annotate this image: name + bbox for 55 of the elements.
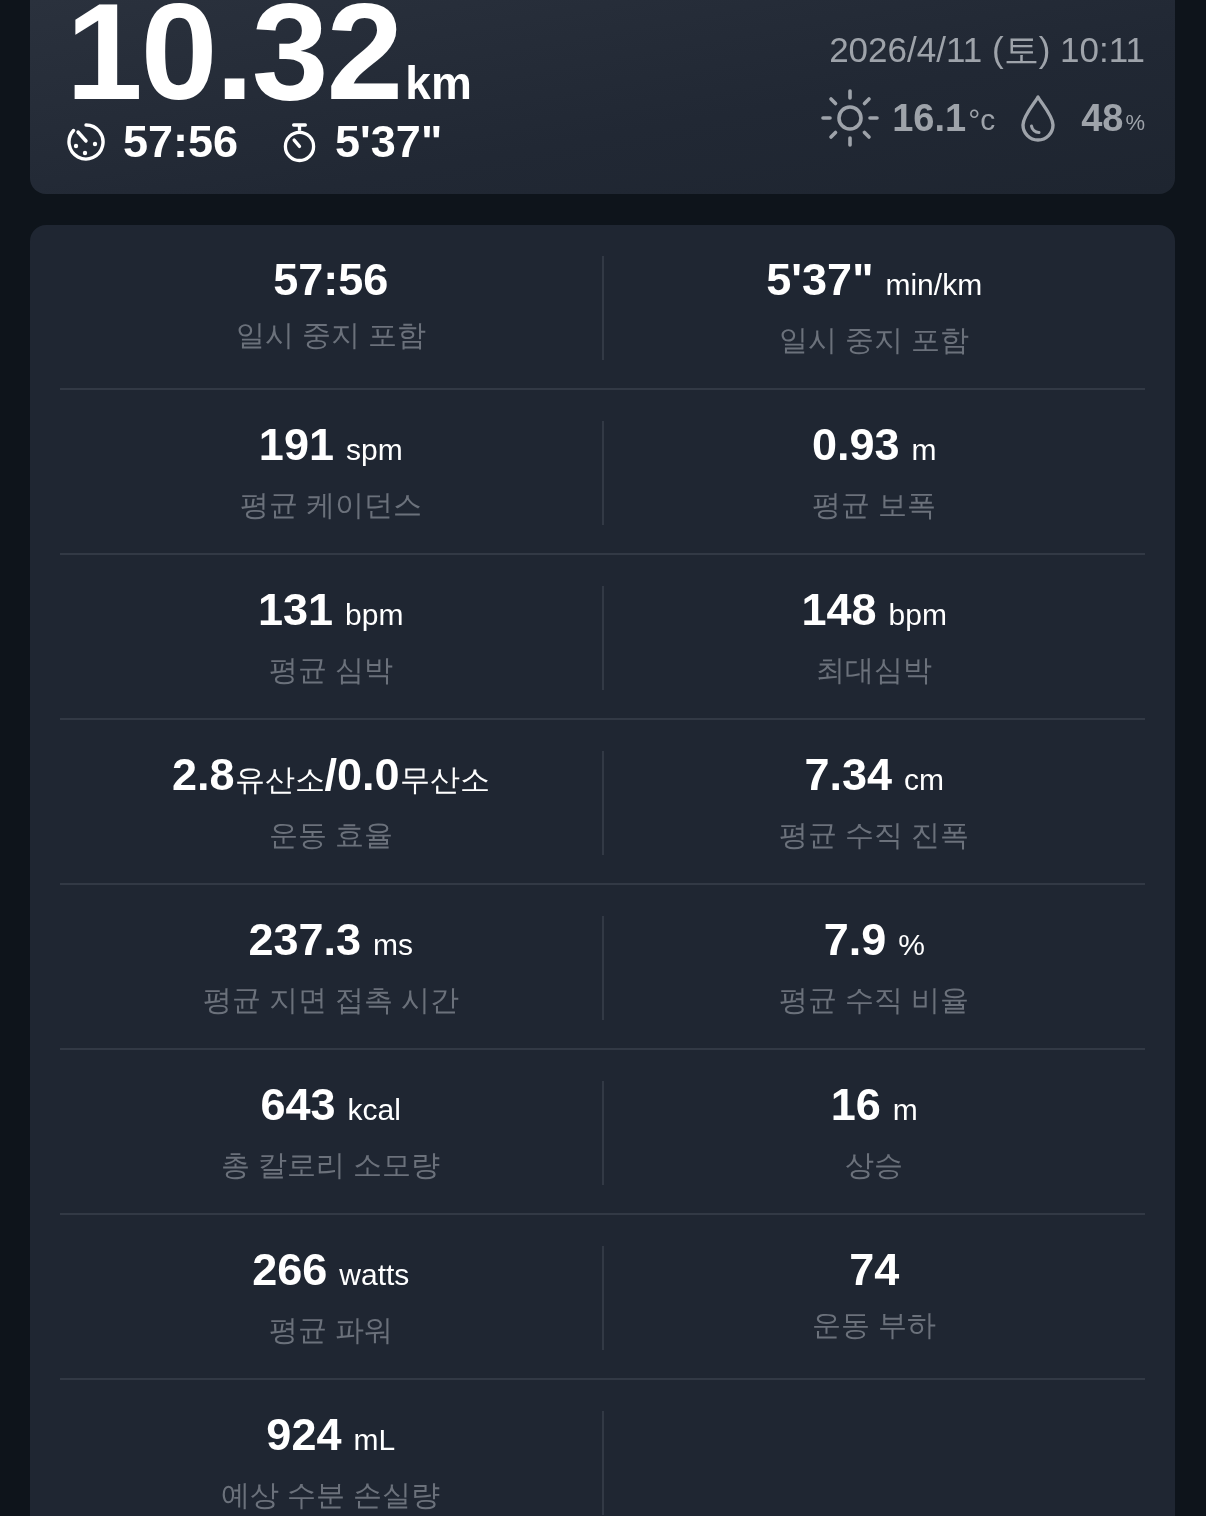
distance-unit: km bbox=[405, 60, 472, 106]
metric-value: 643 bbox=[260, 1081, 336, 1129]
metric-label: 운동 효율 bbox=[268, 818, 393, 853]
metric-unit: spm bbox=[345, 432, 403, 468]
metric-label: 평균 보폭 bbox=[812, 488, 937, 523]
humidity-value: 48 bbox=[1081, 96, 1124, 141]
metric-label: 평균 수직 진폭 bbox=[779, 818, 970, 853]
metric-value: 266 bbox=[252, 1246, 328, 1294]
metric-unit: m bbox=[911, 432, 937, 468]
temperature-value: 16.1 bbox=[892, 96, 967, 141]
temperature-unit: °c bbox=[968, 102, 996, 138]
metric-value: 148 bbox=[801, 586, 877, 634]
date-time: 2026/4/11 (토) 10:11 bbox=[829, 29, 1145, 71]
metric-value: 924 bbox=[266, 1411, 342, 1459]
metric-value: 7.34 bbox=[804, 751, 893, 799]
metric-value: 16 bbox=[830, 1081, 881, 1129]
metric-unit: mL bbox=[353, 1422, 396, 1458]
metric-value: 0.93 bbox=[811, 421, 900, 469]
metric-value: 237.3 bbox=[248, 916, 362, 964]
metric-label: 평균 심박 bbox=[268, 653, 393, 688]
metric-unit: m bbox=[892, 1092, 918, 1128]
metric-unit: min/km bbox=[885, 267, 983, 303]
metric-unit: bpm bbox=[345, 597, 404, 633]
stat-value: 5'37" bbox=[335, 118, 443, 166]
metric-label: 운동 부하 bbox=[812, 1308, 937, 1343]
metric-label: 최대심박 bbox=[816, 653, 933, 688]
metric-label: 예상 수분 손실량 bbox=[221, 1478, 441, 1513]
metric-value: 57:56 bbox=[273, 256, 389, 304]
metric-label: 평균 파워 bbox=[268, 1313, 393, 1348]
metric-label: 상승 bbox=[845, 1148, 904, 1183]
metric-value: 5'37" bbox=[766, 256, 874, 304]
metric-value: 2.8유산소/0.0무산소 bbox=[171, 751, 490, 802]
metric-unit: cm bbox=[904, 762, 945, 798]
metric-value: 74 bbox=[849, 1246, 900, 1294]
metric-unit: ms bbox=[373, 927, 414, 963]
humidity-unit: % bbox=[1125, 109, 1145, 137]
metric-label: 총 칼로리 소모량 bbox=[221, 1148, 441, 1183]
water-drop-icon bbox=[1019, 94, 1058, 142]
metric-value: 131 bbox=[258, 586, 334, 634]
metric-label: 일시 중지 포함 bbox=[235, 318, 426, 353]
metric-label: 일시 중지 포함 bbox=[779, 323, 970, 358]
metric-unit: watts bbox=[339, 1257, 410, 1293]
stat-value: 57:56 bbox=[123, 118, 239, 166]
metric-value: 7.9 bbox=[823, 916, 887, 964]
sun-icon bbox=[820, 88, 881, 148]
metric-value: 191 bbox=[258, 421, 334, 469]
metric-label: 평균 지면 접촉 시간 bbox=[202, 983, 459, 1018]
metric-label: 평균 수직 비율 bbox=[779, 983, 970, 1018]
metric-label: 평균 케이던스 bbox=[239, 488, 422, 523]
metric-unit: bpm bbox=[888, 597, 947, 633]
metric-unit: kcal bbox=[347, 1092, 401, 1128]
stopwatch-icon bbox=[282, 121, 318, 163]
metric-unit: % bbox=[898, 927, 925, 963]
distance-value: 10.32 bbox=[66, 0, 402, 103]
timer-icon bbox=[66, 122, 106, 162]
